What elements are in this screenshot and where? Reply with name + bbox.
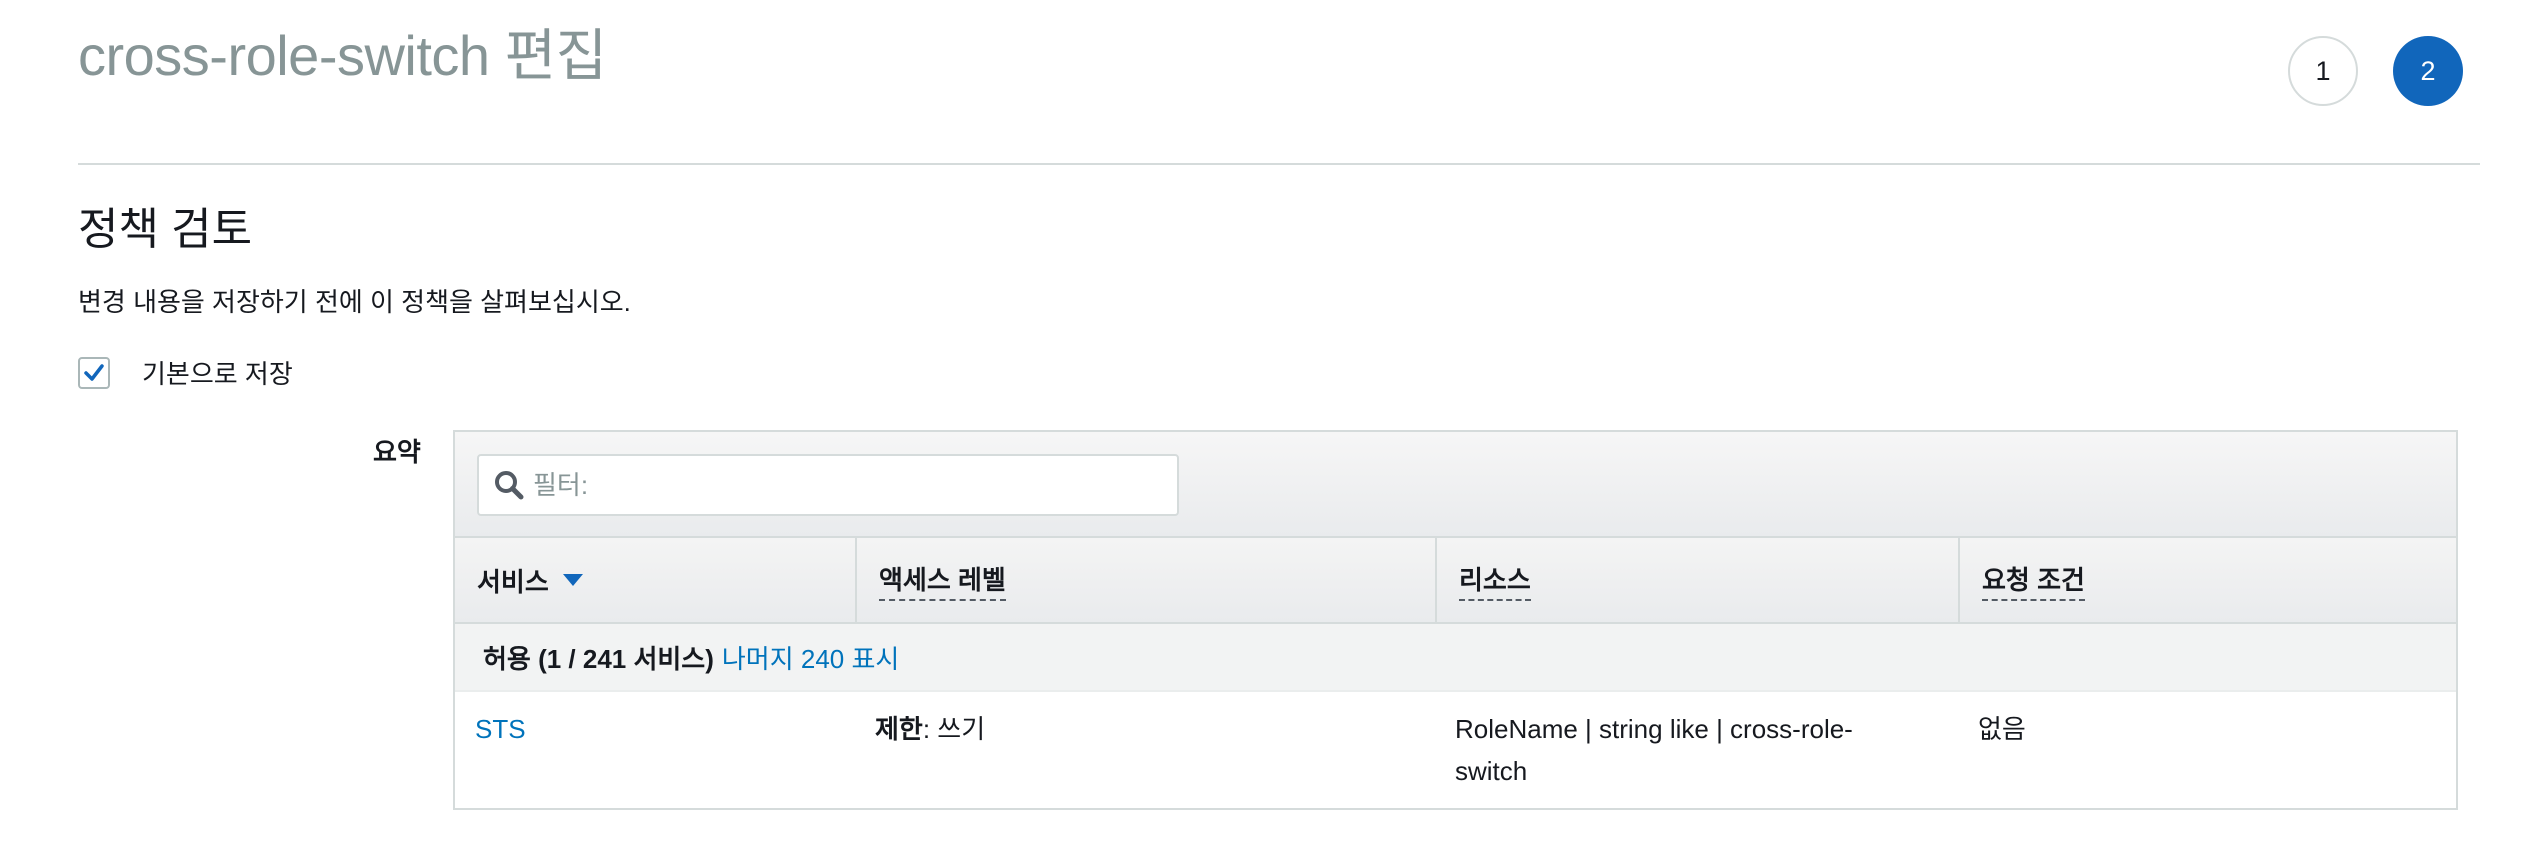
conditions-cell: 없음 xyxy=(1978,714,2026,744)
checkmark-icon xyxy=(84,364,104,381)
show-remaining-link[interactable]: 나머지 240 표시 xyxy=(722,639,899,676)
section-title: 정책 검토 xyxy=(78,205,253,254)
filter-input[interactable] xyxy=(531,468,1135,502)
access-level-bold: 제한 xyxy=(875,714,923,744)
column-header-label: 리소스 xyxy=(1459,560,1531,601)
column-header-label: 서비스 xyxy=(477,566,549,597)
sort-down-icon[interactable] xyxy=(562,574,583,586)
page-title: cross-role-switch 편집 xyxy=(78,24,607,87)
save-as-default-checkbox[interactable] xyxy=(78,357,110,389)
step-1-indicator[interactable]: 1 xyxy=(2288,36,2358,106)
section-description: 변경 내용을 저장하기 전에 이 정책을 살펴보십시오. xyxy=(78,287,631,317)
search-icon xyxy=(495,471,524,500)
column-header-request-conditions[interactable]: 요청 조건 xyxy=(1958,538,2456,622)
column-header-service[interactable]: 서비스 xyxy=(455,538,855,622)
service-link[interactable]: STS xyxy=(475,714,526,744)
header-divider xyxy=(78,163,2480,165)
group-title: 허용 (1 / 241 서비스) xyxy=(483,643,714,674)
save-as-default-label[interactable]: 기본으로 저장 xyxy=(142,354,293,394)
table-row: STS 제한: 쓰기 RoleName | string like | cros… xyxy=(455,692,2456,810)
column-header-label: 요청 조건 xyxy=(1982,560,2085,601)
allow-group-row: 허용 (1 / 241 서비스) 나머지 240 표시 xyxy=(455,624,2456,692)
table-header: 서비스 액세스 레벨 리소스 요청 조건 xyxy=(455,538,2456,624)
column-header-resource[interactable]: 리소스 xyxy=(1435,538,1958,622)
access-level-rest: : 쓰기 xyxy=(922,714,986,744)
step-2-indicator: 2 xyxy=(2393,36,2463,106)
filter-box[interactable] xyxy=(477,454,1179,516)
resource-cell: RoleName | string like | cross-role-swit… xyxy=(1455,714,1853,786)
column-header-label: 액세스 레벨 xyxy=(879,560,1006,601)
filter-bar xyxy=(455,432,2456,538)
summary-label: 요약 xyxy=(373,437,421,467)
column-header-access-level[interactable]: 액세스 레벨 xyxy=(855,538,1435,622)
policy-summary-table: 서비스 액세스 레벨 리소스 요청 조건 허용 (1 / 241 서비스) 나머… xyxy=(453,430,2458,810)
